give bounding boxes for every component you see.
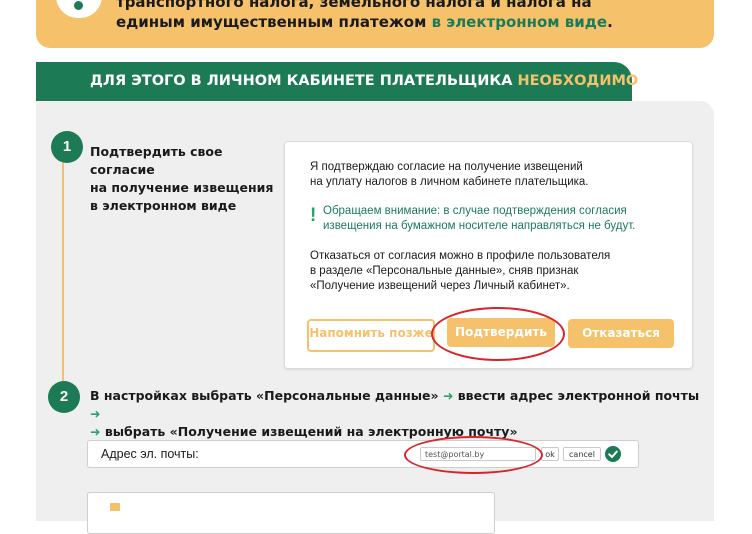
step-2-part-2: ввести адрес электронной почты xyxy=(453,388,700,403)
refusal-info-line: Отказаться от согласия можно в профиле п… xyxy=(310,250,611,262)
consent-text: Я подтверждаю согласие на получение изве… xyxy=(310,160,589,190)
confirm-highlight-circle xyxy=(431,307,565,361)
header-main: ДЛЯ ЭТОГО В ЛИЧНОМ КАБИНЕТЕ ПЛАТЕЛЬЩИКА xyxy=(90,73,518,89)
step-1-number: 1 xyxy=(51,131,83,163)
refusal-info: Отказаться от согласия можно в профиле п… xyxy=(310,249,610,294)
refusal-info-line: «Получение извещений через Личный кабине… xyxy=(310,280,570,292)
refuse-button[interactable]: Отказаться xyxy=(568,319,674,348)
step-1-title-line: в электронном виде xyxy=(90,198,237,213)
warning-text: Обращаем внимание: в случае подтверждени… xyxy=(323,204,683,234)
email-highlight-circle xyxy=(404,436,543,474)
header-end: : xyxy=(638,73,645,89)
check-circle-icon xyxy=(605,446,621,462)
banner-line-2-end: . xyxy=(607,13,613,31)
warning-text-line: извещения на бумажном носителе направлят… xyxy=(323,220,636,232)
banner-line-1: транспортного налога, земельного налога … xyxy=(116,0,592,11)
warning-text-line: Обращаем внимание: в случае подтверждени… xyxy=(323,205,627,217)
email-settings-row: Адрес эл. почты: test@portal.by ok cance… xyxy=(87,440,639,468)
step-2-part-1: В настройках выбрать «Персональные данны… xyxy=(90,388,443,403)
notification-option-box xyxy=(87,492,495,534)
section-header: ДЛЯ ЭТОГО В ЛИЧНОМ КАБИНЕТЕ ПЛАТЕЛЬЩИКА … xyxy=(36,62,644,101)
arrow-right-icon: ➜ xyxy=(442,388,454,403)
step-1-title-line: на получение извещения xyxy=(90,180,274,195)
header-highlight: НЕОБХОДИМО xyxy=(517,73,639,89)
step-1-title: Подтвердить свое согласие на получение и… xyxy=(90,143,290,215)
banner-line-2-highlight: в электронном виде xyxy=(431,13,608,31)
step-1-title-line: Подтвердить свое согласие xyxy=(90,144,223,177)
consent-text-line: Я подтверждаю согласие на получение изве… xyxy=(310,161,583,173)
section-header-text: ДЛЯ ЭТОГО В ЛИЧНОМ КАБИНЕТЕ ПЛАТЕЛЬЩИКА … xyxy=(90,62,644,101)
email-label: Адрес эл. почты: xyxy=(101,447,199,461)
consent-text-line: на уплату налогов в личном кабинете плат… xyxy=(310,176,589,188)
remind-later-button[interactable]: Напомнить позже xyxy=(307,319,435,352)
step-2-text: В настройках выбрать «Персональные данны… xyxy=(90,387,700,441)
banner-line-2: единым имущественным платежом xyxy=(116,13,432,31)
arrow-right-icon: ➜ xyxy=(90,424,101,439)
exclamation-icon: ! xyxy=(310,205,317,226)
checkbox-icon[interactable] xyxy=(110,503,120,511)
step-connector-line xyxy=(62,160,64,388)
arrow-right-icon: ➜ xyxy=(90,406,101,421)
banner-text: транспортного налога, земельного налога … xyxy=(116,0,696,32)
cancel-button[interactable]: cancel xyxy=(563,447,601,461)
step-2-number: 2 xyxy=(48,381,80,413)
ok-button[interactable]: ok xyxy=(541,447,559,461)
refusal-info-line: в разделе «Персональные данные», сняв пр… xyxy=(310,265,579,277)
